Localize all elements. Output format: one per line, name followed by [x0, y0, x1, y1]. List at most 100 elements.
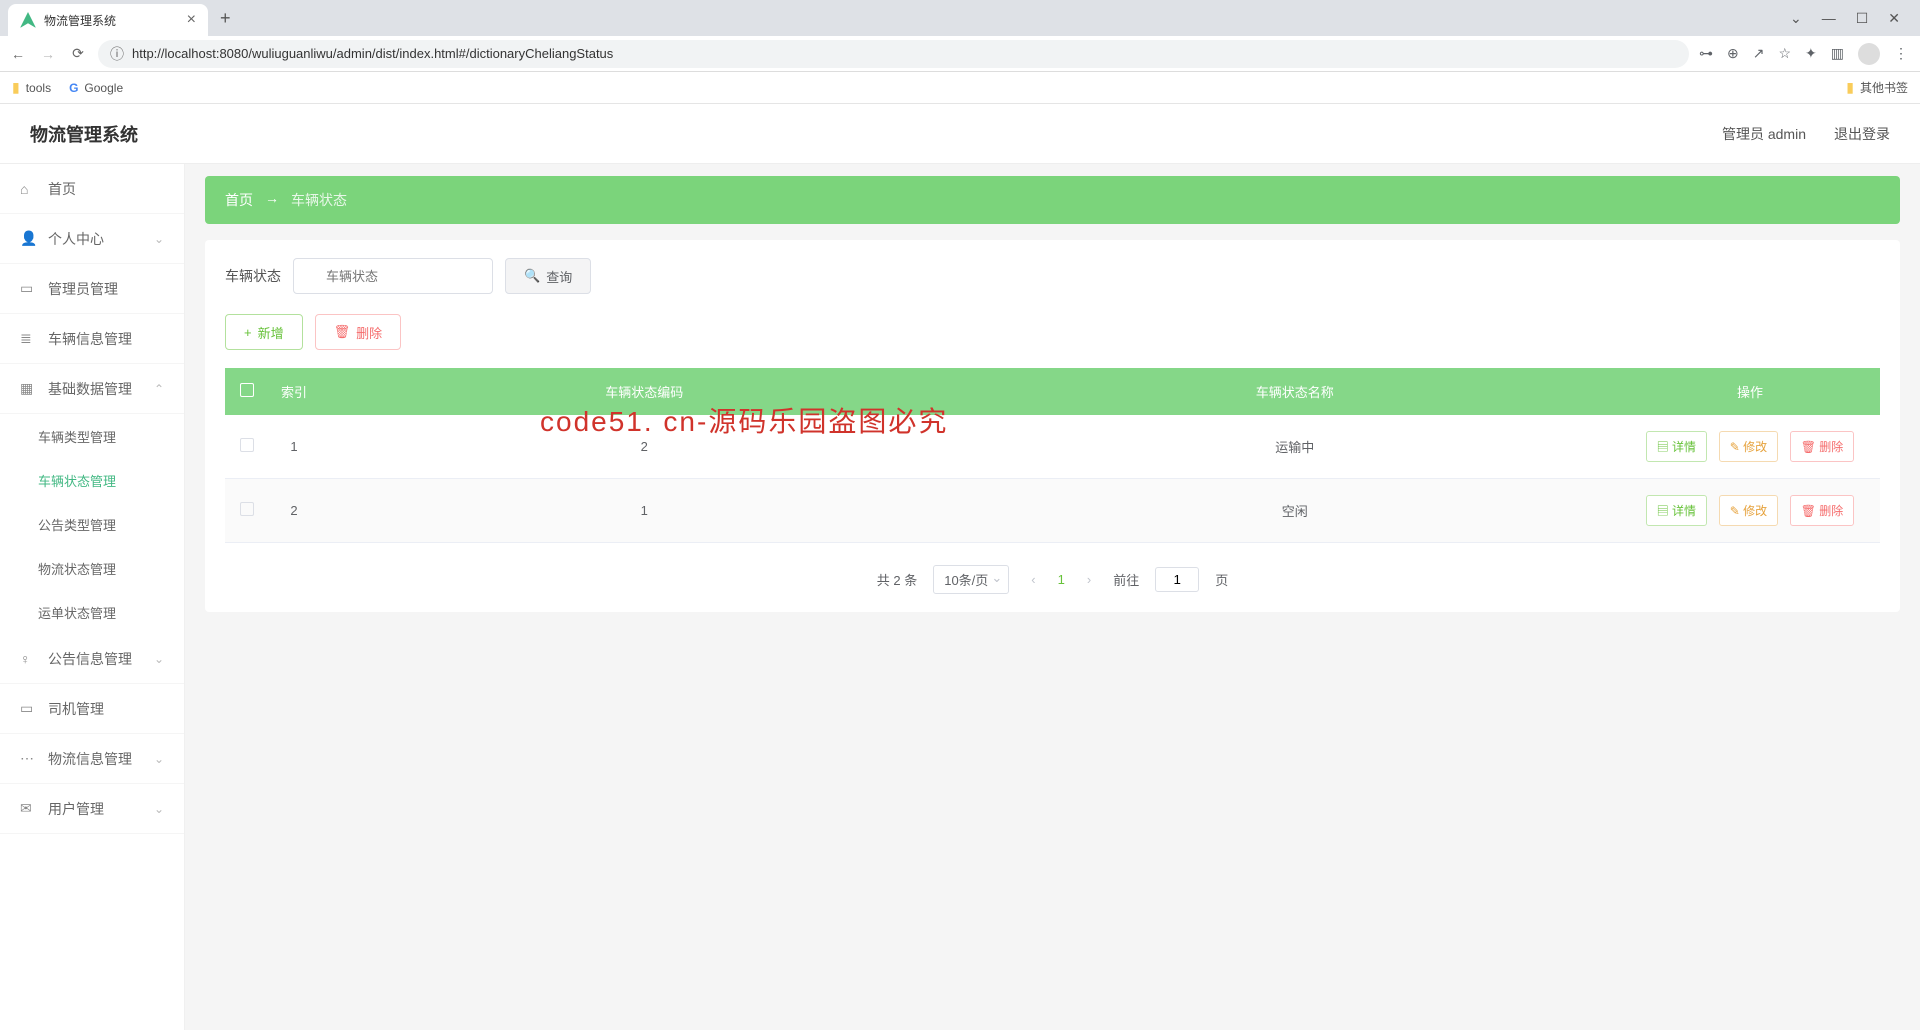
- user-label[interactable]: 管理员 admin: [1722, 124, 1806, 144]
- search-input[interactable]: [293, 258, 493, 294]
- bookmark-other[interactable]: ▮ 其他书签: [1846, 79, 1908, 96]
- logout-link[interactable]: 退出登录: [1834, 124, 1890, 144]
- search-row: 车辆状态 🔍 🔍 查询: [225, 258, 1880, 294]
- bookmark-star-icon[interactable]: ☆: [1778, 45, 1791, 62]
- action-buttons: + 新增 🗑 删除: [225, 314, 1880, 350]
- forward-button[interactable]: →: [38, 46, 58, 62]
- next-page[interactable]: ›: [1081, 572, 1097, 587]
- sidebar-item-driver-mgmt[interactable]: ▭ 司机管理: [0, 684, 184, 734]
- page-size-select[interactable]: 10条/页 ⌄: [933, 565, 1009, 594]
- submenu-logistics-status[interactable]: 物流状态管理: [0, 546, 184, 590]
- row-delete-button[interactable]: 🗑 删除: [1790, 431, 1855, 462]
- content-panel: 车辆状态 🔍 🔍 查询 + 新增 🗑 删除: [205, 240, 1900, 612]
- query-button[interactable]: 🔍 查询: [505, 258, 591, 294]
- col-code: 车辆状态编码: [319, 368, 970, 415]
- bookmarks-bar: ▮ tools G Google ▮ 其他书签: [0, 72, 1920, 104]
- chevron-down-icon: ⌄: [154, 232, 164, 246]
- vue-favicon: [20, 12, 36, 28]
- total-count: 共 2 条: [877, 570, 917, 589]
- delete-button[interactable]: 🗑 删除: [315, 314, 402, 350]
- bulb-icon: ♀: [20, 651, 36, 667]
- search-icon: 🔍: [524, 268, 540, 284]
- edit-button[interactable]: ✎ 修改: [1719, 495, 1778, 526]
- panel-icon[interactable]: ▥: [1831, 45, 1844, 62]
- sidebar-item-notice-mgmt[interactable]: ♀ 公告信息管理 ⌄: [0, 634, 184, 684]
- submenu-waybill-status[interactable]: 运单状态管理: [0, 590, 184, 634]
- desktop-icon: ▭: [20, 280, 36, 297]
- chevron-down-icon: ⌄: [991, 570, 1002, 586]
- row-checkbox[interactable]: [240, 502, 254, 516]
- tab-bar: 物流管理系统 × + ⌄ — ☐ ✕: [0, 0, 1920, 36]
- cell-code: 1: [319, 479, 970, 543]
- back-button[interactable]: ←: [8, 46, 28, 62]
- folder-icon: ▮: [1846, 79, 1854, 96]
- maximize-icon[interactable]: ☐: [1856, 10, 1869, 27]
- page-number[interactable]: 1: [1058, 572, 1065, 587]
- envelope-icon: ✉: [20, 800, 36, 817]
- app-title: 物流管理系统: [30, 121, 138, 147]
- dropdown-icon[interactable]: ⌄: [1790, 10, 1802, 27]
- sidebar-item-personal[interactable]: 👤 个人中心 ⌄: [0, 214, 184, 264]
- minimize-icon[interactable]: —: [1822, 10, 1836, 27]
- menu-icon[interactable]: ⋮: [1894, 45, 1908, 62]
- cell-ops: ▤ 详情 ✎ 修改 🗑 删除: [1620, 415, 1880, 479]
- sidebar: ⌂ 首页 👤 个人中心 ⌄ ▭ 管理员管理 ≣ 车辆信息管理 ▦ 基础数据管理 …: [0, 164, 185, 1030]
- goto-input[interactable]: [1155, 567, 1199, 592]
- col-ops: 操作: [1620, 368, 1880, 415]
- url-text: http://localhost:8080/wuliuguanliwu/admi…: [132, 46, 1677, 61]
- submenu-vehicle-status[interactable]: 车辆状态管理: [0, 458, 184, 502]
- breadcrumb: 首页 → 车辆状态: [205, 176, 1900, 224]
- folder-icon: ▮: [12, 79, 20, 96]
- reload-button[interactable]: ⟳: [68, 45, 88, 62]
- sidebar-item-base-data[interactable]: ▦ 基础数据管理 ⌃: [0, 364, 184, 414]
- cell-index: 2: [269, 479, 319, 543]
- table-row: 1 2 运输中 ▤ 详情 ✎ 修改 🗑 删除: [225, 415, 1880, 479]
- row-delete-button[interactable]: 🗑 删除: [1790, 495, 1855, 526]
- sidebar-item-user-mgmt[interactable]: ✉ 用户管理 ⌄: [0, 784, 184, 834]
- home-icon: ⌂: [20, 181, 36, 197]
- goto-suffix: 页: [1215, 570, 1228, 589]
- select-all-checkbox[interactable]: [240, 383, 254, 397]
- breadcrumb-current: 车辆状态: [291, 190, 347, 210]
- sidebar-item-admin-mgmt[interactable]: ▭ 管理员管理: [0, 264, 184, 314]
- extensions-icon[interactable]: ✦: [1805, 45, 1817, 62]
- browser-toolbar-icons: ⊶ ⊕ ↗ ☆ ✦ ▥ ⋮: [1699, 43, 1912, 65]
- add-button[interactable]: + 新增: [225, 314, 303, 350]
- search-label: 车辆状态: [225, 266, 281, 286]
- main-content: 首页 → 车辆状态 车辆状态 🔍 🔍 查询 + 新增: [185, 164, 1920, 1030]
- share-icon[interactable]: ↗: [1753, 45, 1765, 62]
- chevron-down-icon: ⌄: [154, 752, 164, 766]
- col-index: 索引: [269, 368, 319, 415]
- edit-button[interactable]: ✎ 修改: [1719, 431, 1778, 462]
- prev-page[interactable]: ‹: [1025, 572, 1041, 587]
- bookmark-tools[interactable]: ▮ tools: [12, 79, 51, 96]
- tab-close-icon[interactable]: ×: [187, 11, 196, 29]
- bookmark-google[interactable]: G Google: [69, 81, 123, 95]
- submenu-vehicle-type[interactable]: 车辆类型管理: [0, 414, 184, 458]
- detail-button[interactable]: ▤ 详情: [1646, 495, 1707, 526]
- breadcrumb-home[interactable]: 首页: [225, 190, 253, 210]
- sidebar-item-home[interactable]: ⌂ 首页: [0, 164, 184, 214]
- user-icon: 👤: [20, 230, 36, 247]
- close-window-icon[interactable]: ✕: [1888, 10, 1900, 27]
- window-controls: ⌄ — ☐ ✕: [1790, 10, 1912, 27]
- sidebar-item-vehicle-info[interactable]: ≣ 车辆信息管理: [0, 314, 184, 364]
- cell-name: 空闲: [970, 479, 1621, 543]
- password-icon[interactable]: ⊶: [1699, 45, 1713, 62]
- profile-avatar[interactable]: [1858, 43, 1880, 65]
- row-checkbox[interactable]: [240, 438, 254, 452]
- submenu-notice-type[interactable]: 公告类型管理: [0, 502, 184, 546]
- sidebar-item-logistics-mgmt[interactable]: ⋯ 物流信息管理 ⌄: [0, 734, 184, 784]
- zoom-icon[interactable]: ⊕: [1727, 45, 1739, 62]
- detail-button[interactable]: ▤ 详情: [1646, 431, 1707, 462]
- google-icon: G: [69, 81, 78, 95]
- info-icon: ⓘ: [110, 44, 124, 64]
- app-header: 物流管理系统 管理员 admin 退出登录: [0, 104, 1920, 164]
- chat-icon: ⋯: [20, 750, 36, 767]
- table-row: 2 1 空闲 ▤ 详情 ✎ 修改 🗑 删除: [225, 479, 1880, 543]
- new-tab-button[interactable]: +: [220, 8, 231, 29]
- data-table: 索引 车辆状态编码 车辆状态名称 操作 1 2 运输中 ▤ 详情 ✎ 修改 🗑 …: [225, 368, 1880, 543]
- url-field[interactable]: ⓘ http://localhost:8080/wuliuguanliwu/ad…: [98, 40, 1689, 68]
- breadcrumb-separator: →: [265, 190, 279, 210]
- browser-tab[interactable]: 物流管理系统 ×: [8, 4, 208, 36]
